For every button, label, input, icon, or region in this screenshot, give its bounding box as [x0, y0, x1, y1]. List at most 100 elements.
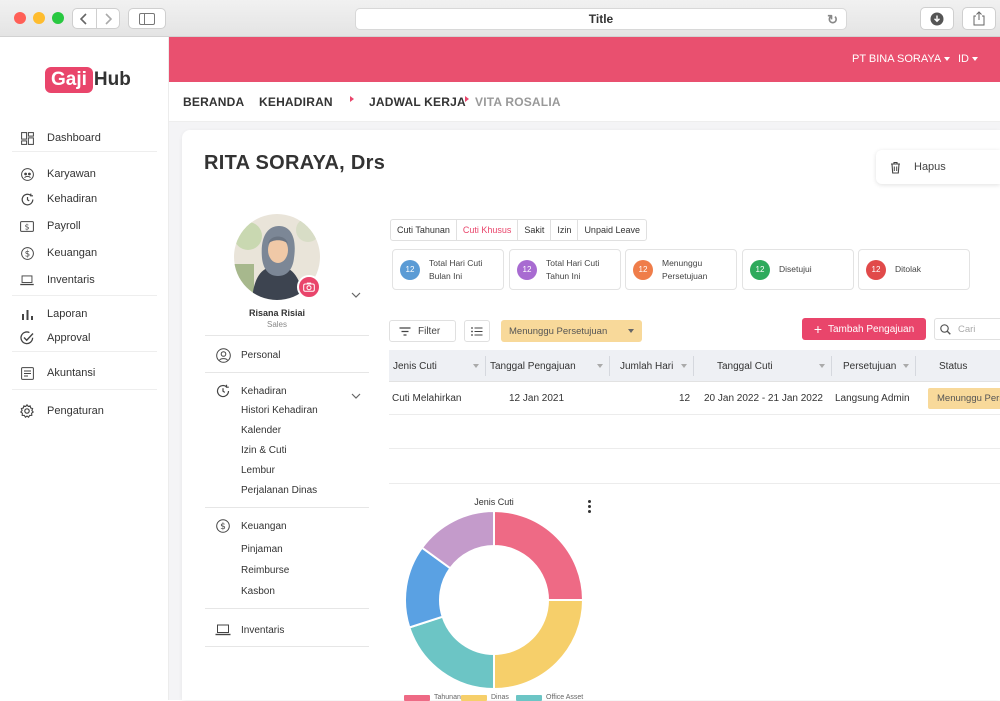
breadcrumb-item[interactable]: KEHADIRAN — [259, 95, 333, 109]
sidebar-toggle-button[interactable] — [128, 8, 166, 29]
sidebar-item-label: Keuangan — [47, 247, 98, 259]
profile-nav-kehadiran[interactable]: Kehadiran — [205, 383, 287, 399]
chevron-down-icon[interactable] — [351, 393, 361, 399]
share-button[interactable] — [962, 7, 996, 30]
stat-card[interactable]: 12 Ditolak — [858, 249, 970, 290]
downloads-button[interactable] — [920, 7, 954, 30]
forward-button[interactable] — [95, 9, 120, 28]
language-code: ID — [958, 53, 969, 65]
table-divider — [389, 448, 1000, 449]
column-header[interactable]: Jumlah Hari — [620, 350, 673, 382]
tab-unpaid-leave[interactable]: Unpaid Leave — [578, 220, 646, 240]
sort-icon[interactable] — [819, 364, 825, 368]
sidebar-item-approval[interactable]: Approval — [0, 327, 169, 349]
column-header[interactable]: Tanggal Pengajuan — [490, 350, 576, 382]
tab-cuti-khusus[interactable]: Cuti Khusus — [457, 220, 519, 240]
nav-label: Keuangan — [241, 520, 287, 532]
profile-subnav-item[interactable]: Pinjaman — [241, 544, 283, 555]
minimize-window-button[interactable] — [33, 12, 45, 24]
stat-card[interactable]: 12 Total Hari Cuti Tahun Ini — [509, 249, 621, 290]
breadcrumb-current: VITA ROSALIA — [475, 95, 561, 109]
cell-tanggal-pengajuan: 12 Jan 2021 — [509, 393, 565, 404]
sidebar-item-keuangan[interactable]: $ Keuangan — [0, 242, 169, 264]
stat-label: Disetujui — [779, 263, 812, 276]
sidebar-item-dashboard[interactable]: Dashboard — [0, 127, 169, 149]
caret-down-icon — [628, 329, 634, 333]
table-row[interactable]: Cuti Melahirkan 12 Jan 2021 12 20 Jan 20… — [389, 382, 1000, 415]
column-header[interactable]: Tanggal Cuti — [717, 350, 773, 382]
profile-nav-inventaris[interactable]: Inventaris — [205, 622, 284, 638]
sidebar-item-pengaturan[interactable]: Pengaturan — [0, 400, 169, 422]
chevron-down-icon[interactable] — [351, 292, 361, 298]
sort-icon[interactable] — [681, 364, 687, 368]
profile-nav-personal[interactable]: Personal — [205, 347, 280, 363]
company-selector[interactable]: PT BINA SORAYA — [852, 53, 951, 65]
column-header[interactable]: Persetujuan — [843, 350, 896, 382]
change-photo-button[interactable] — [297, 275, 321, 299]
profile-subnav-item[interactable]: Perjalanan Dinas — [241, 485, 317, 496]
logo-badge: Gaji — [45, 67, 93, 93]
stat-label: Menunggu Persetujuan — [662, 257, 707, 283]
address-bar[interactable]: Title ↻ — [355, 8, 847, 30]
sidebar-item-laporan[interactable]: Laporan — [0, 303, 169, 325]
profile-subnav-item[interactable]: Reimburse — [241, 565, 289, 576]
more-icon[interactable]: ⋮ — [994, 47, 1000, 67]
inventory-icon — [20, 273, 34, 287]
column-header[interactable]: Status — [939, 350, 967, 382]
breadcrumb-item[interactable]: JADWAL KERJA — [369, 95, 466, 109]
sidebar-item-kehadiran[interactable]: Kehadiran — [0, 188, 169, 210]
search-icon — [940, 323, 951, 335]
maximize-window-button[interactable] — [52, 12, 64, 24]
search-input[interactable]: Cari — [934, 318, 1000, 340]
stat-card[interactable]: 12 Disetujui — [742, 249, 854, 290]
status-filter-select[interactable]: Menunggu Persetujuan — [501, 320, 642, 342]
svg-text:$: $ — [24, 249, 29, 259]
sidebar-item-label: Inventaris — [47, 274, 95, 286]
delete-button[interactable]: Hapus — [876, 150, 1000, 184]
chart-menu-icon[interactable] — [588, 500, 591, 513]
status-filter-value: Menunggu Persetujuan — [509, 325, 608, 337]
table-divider — [389, 483, 1000, 484]
sort-icon[interactable] — [473, 364, 479, 368]
add-request-button[interactable]: + Tambah Pengajuan — [802, 318, 926, 340]
nav-label: Inventaris — [241, 624, 285, 636]
sidebar-item-label: Dashboard — [47, 132, 101, 144]
breadcrumb-item[interactable]: BERANDA — [183, 95, 244, 109]
stat-card[interactable]: 12 Menunggu Persetujuan — [625, 249, 737, 290]
profile-subnav-item[interactable]: Kasbon — [241, 586, 275, 597]
column-header[interactable]: Jenis Cuti — [393, 350, 437, 382]
column-settings-button[interactable] — [464, 320, 490, 342]
dashboard-icon — [20, 131, 34, 145]
download-icon — [930, 12, 944, 25]
language-selector[interactable]: ID — [958, 53, 978, 65]
tab-cuti-tahunan[interactable]: Cuti Tahunan — [391, 220, 457, 240]
nav-label: Personal — [241, 349, 281, 361]
divider — [205, 608, 369, 609]
gajihub-logo[interactable]: Gaji Hub — [45, 67, 131, 93]
tab-sakit[interactable]: Sakit — [518, 220, 552, 240]
profile-subnav-item[interactable]: Izin & Cuti — [241, 445, 287, 456]
close-window-button[interactable] — [14, 12, 26, 24]
donut-slice[interactable] — [408, 615, 495, 690]
donut-slice[interactable] — [493, 510, 584, 601]
app-topbar: PT BINA SORAYA ID ⋮ — [169, 37, 1000, 82]
sidebar-item-payroll[interactable]: $ Payroll — [0, 215, 169, 237]
filter-button[interactable]: Filter — [389, 320, 456, 342]
profile-nav-keuangan[interactable]: $ Keuangan — [205, 518, 287, 534]
profile-subnav-item[interactable]: Histori Kehadiran — [241, 405, 318, 416]
reload-icon[interactable]: ↻ — [827, 12, 838, 28]
donut-slice[interactable] — [493, 599, 584, 690]
sidebar-item-karyawan[interactable]: Karyawan — [0, 163, 169, 185]
breadcrumb-arrow-icon — [465, 96, 469, 102]
payroll-icon: $ — [20, 219, 34, 233]
sort-icon[interactable] — [597, 364, 603, 368]
tab-izin[interactable]: Izin — [551, 220, 579, 240]
profile-subnav-item[interactable]: Kalender — [241, 425, 281, 436]
stat-card[interactable]: 12 Total Hari Cuti Bulan Ini — [392, 249, 504, 290]
sidebar-item-akuntansi[interactable]: Akuntansi — [0, 362, 169, 384]
sidebar-item-inventaris[interactable]: Inventaris — [0, 269, 169, 291]
sort-icon[interactable] — [903, 364, 909, 368]
stat-label-line: Disetujui — [779, 264, 812, 274]
profile-subnav-item[interactable]: Lembur — [241, 465, 275, 476]
back-button[interactable] — [73, 9, 96, 28]
